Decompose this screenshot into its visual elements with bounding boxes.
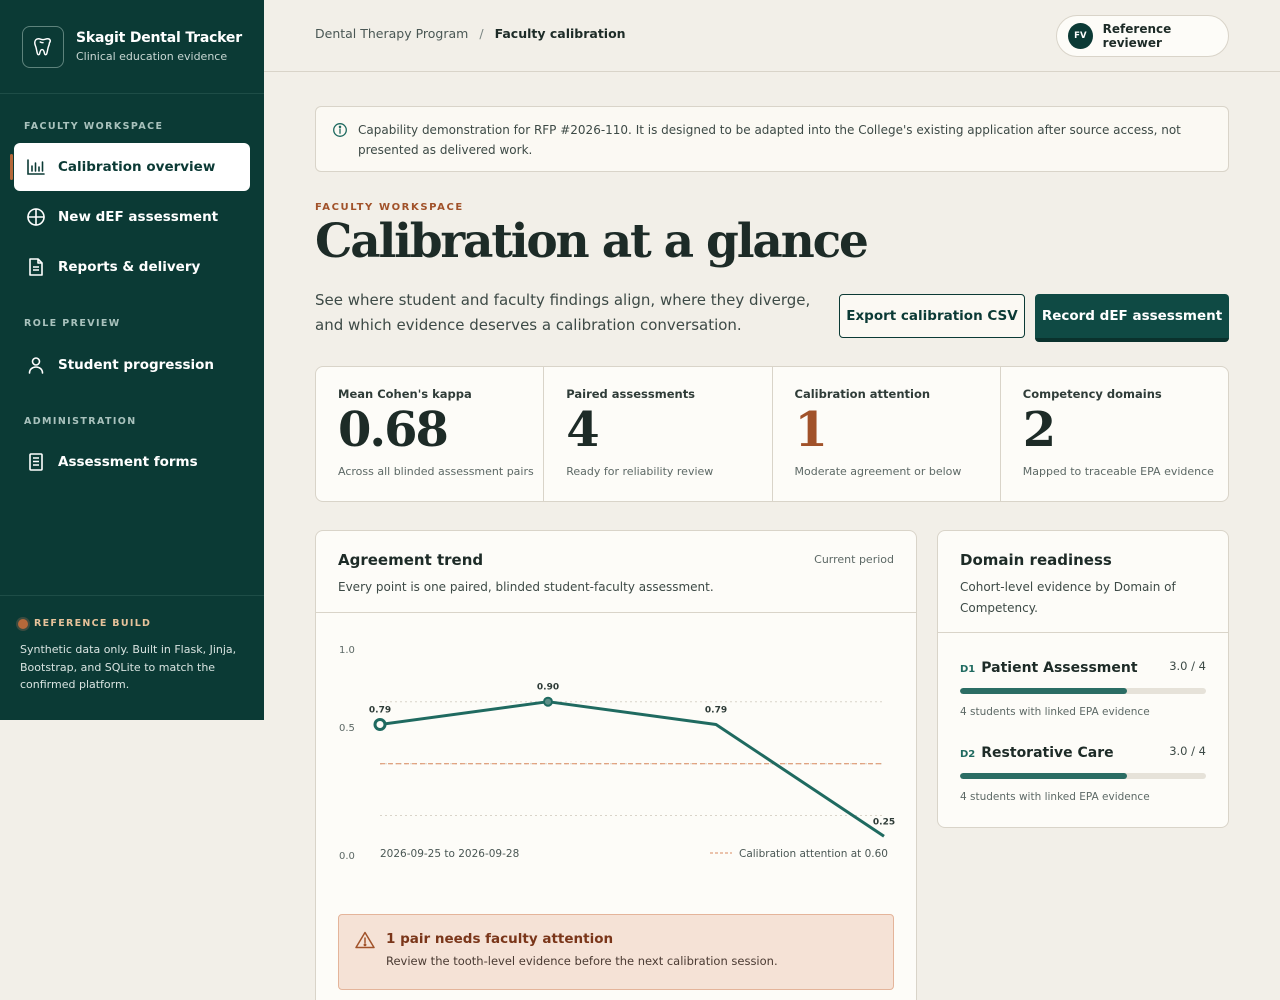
reviewer-label: Reference reviewer	[1102, 22, 1172, 50]
brand[interactable]: Skagit Dental Tracker Clinical education…	[0, 0, 264, 94]
card-subtitle: Cohort-level evidence by Domain of Compe…	[960, 580, 1176, 615]
domain-name: Patient Assessment	[981, 660, 1138, 676]
y-tick-label: 0.0	[339, 851, 355, 862]
form-icon	[26, 452, 46, 472]
sidebar-item-label: Reports & delivery	[58, 259, 201, 275]
alert-title: 1 pair needs faculty attention	[386, 931, 614, 947]
topbar: Dental Therapy Program / Faculty calibra…	[264, 0, 1280, 72]
x-range-label: 2026-09-25 to 2026-09-28	[380, 848, 519, 860]
breadcrumb-current: Faculty calibration	[494, 26, 626, 41]
sidebar-item-assessment-forms[interactable]: Assessment forms	[14, 438, 250, 486]
notice-banner: Capability demonstration for RFP #2026-1…	[315, 106, 1229, 172]
warning-icon	[355, 931, 375, 953]
sidebar-item-label: Assessment forms	[58, 454, 198, 470]
domain-note: 4 students with linked EPA evidence	[960, 706, 1150, 718]
page-lede: See where student and faculty findings a…	[315, 291, 811, 334]
domain-name: Restorative Care	[981, 745, 1114, 761]
page-eyebrow: FACULTY WORKSPACE	[315, 202, 464, 213]
reviewer-menu[interactable]: FV Reference reviewer	[1056, 15, 1229, 57]
sidebar-item-new-def-assessment[interactable]: New dEF assessment	[14, 193, 250, 241]
stat-label: Mean Cohen's kappa	[338, 387, 472, 401]
domain-row: D2 Restorative Care 3.0 / 4 4 students wi…	[960, 742, 1206, 803]
data-point[interactable]	[373, 717, 387, 731]
card-subtitle: Every point is one paired, blinded stude…	[338, 580, 714, 594]
card-title: Domain readiness	[960, 551, 1112, 569]
stat-value: 2	[1022, 402, 1056, 458]
attention-alert: 1 pair needs faculty attention Review th…	[338, 914, 894, 990]
avatar: FV	[1068, 23, 1093, 49]
stat-value: 1	[794, 402, 828, 458]
sidebar-item-label: Student progression	[58, 357, 215, 373]
series-line	[379, 700, 885, 838]
stat-note: Ready for reliability review	[566, 465, 714, 478]
nav-section-faculty: FACULTY WORKSPACE	[24, 121, 164, 132]
domain-progress-bar	[960, 773, 1206, 779]
nav-section-admin: ADMINISTRATION	[24, 416, 137, 427]
stat-card-domains: Competency domains 2 Mapped to traceable…	[1001, 367, 1228, 501]
export-csv-button[interactable]: Export calibration CSV	[839, 294, 1025, 338]
data-label: 0.90	[537, 683, 559, 693]
footer-tag: REFERENCE BUILD	[34, 618, 152, 629]
brand-subtitle: Clinical education evidence	[76, 50, 228, 63]
sidebar-item-calibration-overview[interactable]: Calibration overview	[10, 143, 250, 191]
stat-note: Mapped to traceable EPA evidence	[1022, 465, 1214, 478]
domain-code: D1	[960, 664, 976, 675]
sidebar-item-reports-delivery[interactable]: Reports & delivery	[14, 243, 250, 291]
notice-text: Capability demonstration for RFP #2026-1…	[358, 123, 1181, 157]
domain-score: 3.0 / 4	[1169, 659, 1206, 673]
stats-row: Mean Cohen's kappa 0.68 Across all blind…	[315, 366, 1229, 502]
card-title: Agreement trend	[338, 551, 484, 569]
breadcrumb-separator: /	[479, 26, 484, 41]
domain-readiness-card: Domain readiness Cohort-level evidence b…	[937, 530, 1229, 828]
domain-score: 3.0 / 4	[1169, 744, 1206, 758]
data-label: 0.79	[369, 705, 391, 715]
data-point[interactable]	[543, 696, 553, 707]
document-icon	[26, 257, 46, 277]
period-label: Current period	[814, 553, 894, 566]
plus-circle-icon	[26, 207, 46, 227]
stat-value: 4	[566, 402, 599, 458]
alert-text: Review the tooth-level evidence before t…	[386, 954, 778, 968]
footer-text: Synthetic data only. Built in Flask, Jin…	[20, 643, 237, 691]
stat-note: Across all blinded assessment pairs	[338, 465, 534, 478]
stat-label: Paired assessments	[566, 387, 696, 401]
stat-label: Competency domains	[1022, 387, 1162, 401]
bar-chart-icon	[26, 157, 46, 177]
nav-section-role: ROLE PREVIEW	[24, 318, 121, 329]
stat-value: 0.68	[338, 402, 449, 458]
domain-row: D1 Patient Assessment 3.0 / 4 4 students …	[960, 657, 1206, 718]
sidebar-item-label: New dEF assessment	[58, 209, 219, 225]
breadcrumb: Dental Therapy Program / Faculty calibra…	[315, 26, 626, 41]
sidebar: Skagit Dental Tracker Clinical education…	[0, 0, 264, 720]
page-title: Calibration at a glance	[315, 214, 869, 269]
stat-label: Calibration attention	[794, 387, 931, 401]
sidebar-item-label: Calibration overview	[58, 159, 216, 175]
status-dot-icon	[18, 618, 28, 629]
stat-card-paired: Paired assessments 4 Ready for reliabili…	[544, 367, 773, 501]
record-assessment-button[interactable]: Record dEF assessment	[1035, 294, 1229, 342]
breadcrumb-parent[interactable]: Dental Therapy Program	[315, 26, 468, 41]
domain-note: 4 students with linked EPA evidence	[960, 791, 1150, 803]
sidebar-item-student-progression[interactable]: Student progression	[14, 341, 250, 389]
data-label: 0.79	[705, 705, 727, 715]
y-tick-label: 1.0	[339, 645, 355, 656]
domain-progress-fill	[960, 773, 1128, 779]
stat-card-kappa: Mean Cohen's kappa 0.68 Across all blind…	[316, 367, 545, 501]
info-icon	[332, 122, 348, 144]
tooth-icon	[22, 25, 64, 68]
domain-progress-bar	[960, 688, 1206, 694]
domain-code: D2	[960, 749, 976, 760]
domain-progress-fill	[960, 688, 1128, 694]
sidebar-footer: REFERENCE BUILD Synthetic data only. Bui…	[0, 595, 264, 694]
threshold-legend-label: Calibration attention at 0.60	[739, 848, 888, 860]
brand-title: Skagit Dental Tracker	[76, 30, 242, 46]
stat-note: Moderate agreement or below	[794, 465, 962, 478]
y-tick-label: 0.5	[339, 723, 355, 734]
agreement-trend-chart: 1.0 0.5 0.0 0.79 0.90 0.79 0.25 2026-09-25 to…	[339, 645, 895, 862]
user-icon	[26, 355, 46, 375]
stat-card-attention: Calibration attention 1 Moderate agreeme…	[773, 367, 1001, 501]
data-label: 0.25	[873, 817, 895, 827]
agreement-trend-card: Agreement trend Every point is one paire…	[315, 530, 917, 1000]
